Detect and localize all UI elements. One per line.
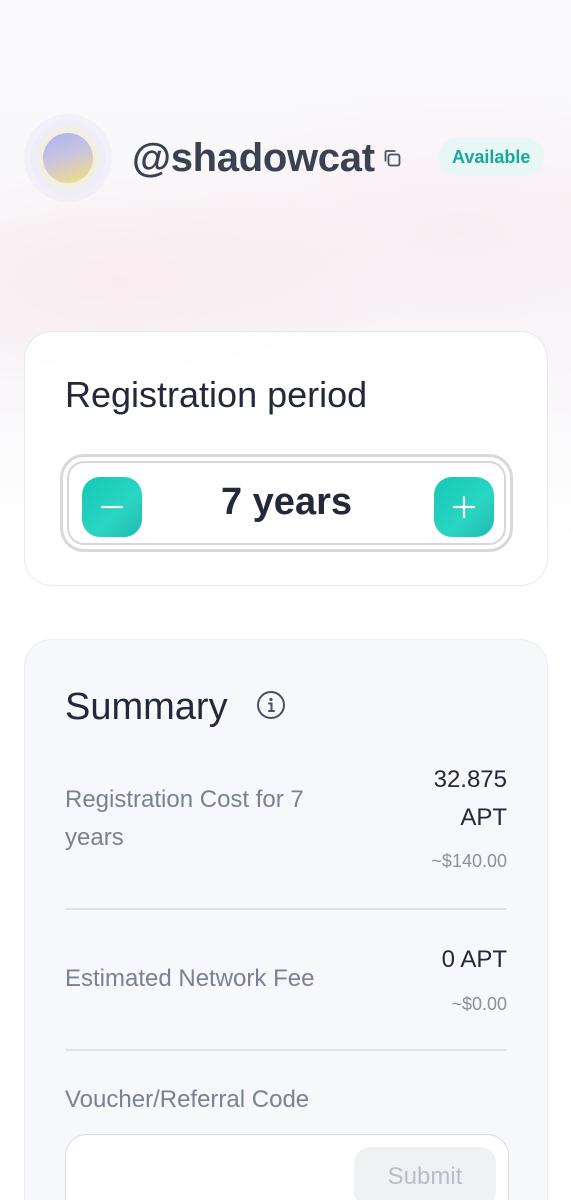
avatar (43, 133, 93, 183)
increase-years-button[interactable] (434, 477, 494, 537)
network-fee-label: Estimated Network Fee (65, 965, 315, 992)
submit-voucher-button[interactable]: Submit (354, 1147, 496, 1200)
network-fee-usd: ~$0.00 (451, 994, 507, 1014)
profile-header: @shadowcat Available (24, 112, 548, 204)
registration-cost-label: Registration Cost for 7 years (65, 786, 304, 851)
registration-cost-usd: ~$140.00 (431, 851, 507, 871)
handle-name: @shadowcat (132, 136, 375, 180)
divider (65, 908, 507, 910)
registration-title: Registration period (65, 374, 368, 415)
summary-card: Summary Registration Cost for 7 years 32… (24, 639, 548, 1200)
voucher-input[interactable] (82, 1147, 342, 1195)
period-value: 7 years (220, 481, 352, 523)
decrease-years-button[interactable] (82, 477, 142, 537)
summary-title: Summary (65, 686, 228, 728)
voucher-label: Voucher/Referral Code (65, 1086, 310, 1113)
status-badge: Available (438, 138, 545, 176)
plus-icon (452, 495, 476, 519)
name-registration-screen: @shadowcat Available Registration period… (0, 0, 571, 1200)
info-icon[interactable] (255, 689, 287, 721)
period-stepper: 7 years (60, 454, 513, 552)
registration-cost-value: 32.875 APT (433, 766, 507, 831)
network-fee-value: 0 APT (441, 946, 507, 973)
voucher-field: Submit (65, 1134, 509, 1200)
divider (65, 1049, 507, 1051)
avatar-glow (24, 114, 112, 202)
registration-card: Registration period 7 years (24, 331, 548, 586)
minus-icon (100, 505, 124, 509)
copy-icon[interactable] (382, 148, 402, 168)
